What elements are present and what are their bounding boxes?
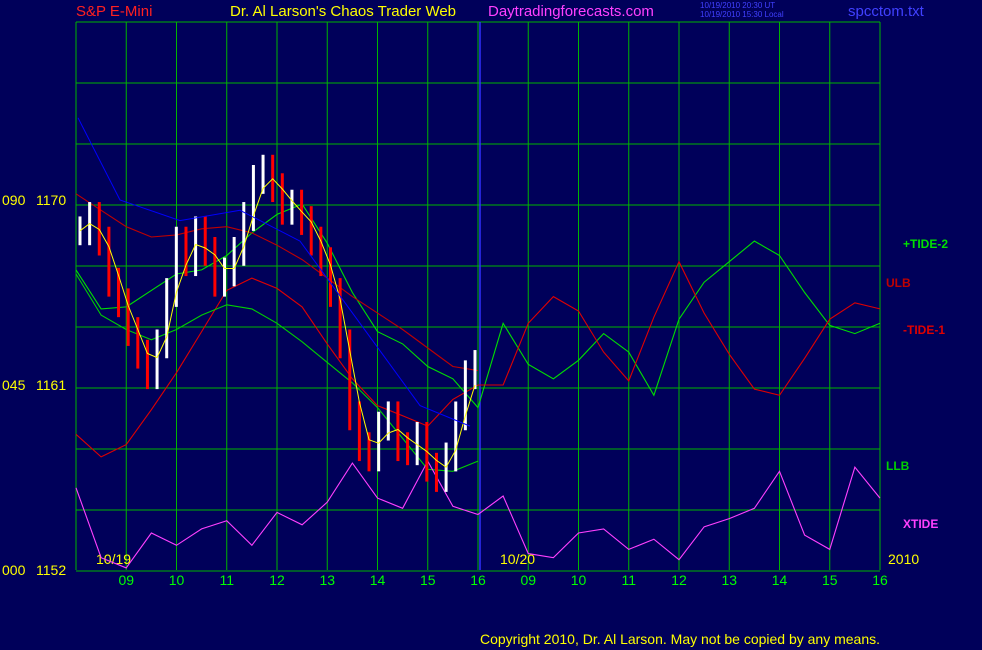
y-tick-price: 1170	[36, 192, 66, 208]
x-hour-tick: 15	[420, 572, 436, 588]
x-hour-tick: 09	[118, 572, 134, 588]
instrument-label: S&P E-Mini	[76, 3, 152, 20]
copyright-footer: Copyright 2010, Dr. Al Larson. May not b…	[480, 631, 880, 647]
site-label: Daytradingforecasts.com	[488, 3, 654, 20]
timestamp-ut: 10/19/2010 20:30 UT	[700, 1, 775, 10]
legend-tide-1: -TIDE-1	[903, 323, 945, 337]
y-tick-index: 000	[2, 562, 26, 578]
day-label: 10/19	[96, 551, 131, 567]
x-hour-tick: 11	[621, 572, 636, 588]
legend-xtide: XTIDE	[903, 517, 938, 531]
x-hour-tick: 12	[671, 572, 687, 588]
x-hour-tick: 16	[470, 572, 486, 588]
x-hour-tick: 10	[571, 572, 587, 588]
x-hour-tick: 11	[219, 572, 234, 588]
x-hour-tick: 12	[269, 572, 285, 588]
chaos-trader-chart: S&P E-Mini Dr. Al Larson's Chaos Trader …	[0, 0, 982, 650]
background	[0, 0, 982, 650]
y-tick-index: 090	[2, 192, 26, 208]
y-tick-price: 1152	[36, 562, 66, 578]
x-hour-tick: 13	[721, 572, 737, 588]
timestamp-local: 10/19/2010 15:30 Local	[700, 10, 784, 19]
x-hour-tick: 14	[772, 572, 788, 588]
chart-title: Dr. Al Larson's Chaos Trader Web	[230, 3, 456, 20]
x-hour-tick: 15	[822, 572, 838, 588]
y-tick-price: 1161	[36, 377, 66, 393]
legend-ulb: ULB	[886, 276, 911, 290]
x-hour-tick: 14	[370, 572, 386, 588]
x-hour-tick: 10	[169, 572, 185, 588]
x-hour-tick: 09	[520, 572, 536, 588]
legend-llb: LLB	[886, 459, 910, 473]
x-hour-tick: 13	[319, 572, 335, 588]
y-tick-index: 045	[2, 377, 26, 393]
x-hour-tick: 16	[872, 572, 888, 588]
filename-label: spcctom.txt	[848, 3, 925, 20]
year-label: 2010	[888, 551, 919, 567]
legend-tide-2: +TIDE-2	[903, 237, 948, 251]
